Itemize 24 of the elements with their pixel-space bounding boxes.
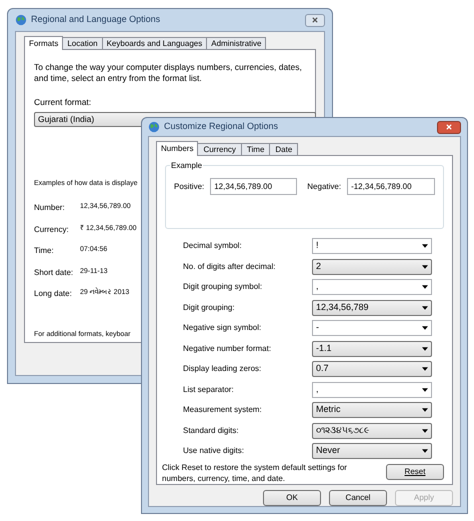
setting-label: Negative number format: xyxy=(183,342,272,354)
setting-label: Measurement system: xyxy=(183,404,263,416)
instructions-text: To change the way your computer displays numbers, currencies, dates, and time, select an entry from the format list. xyxy=(34,62,303,84)
setting-label: List separator: xyxy=(183,384,235,396)
example-label: Number: xyxy=(34,202,66,214)
setting-label: No. of digits after decimal: xyxy=(183,260,276,272)
example-label: Long date: xyxy=(34,288,73,300)
setting-label: Digit grouping: xyxy=(183,302,236,314)
window-title: Regional and Language Options xyxy=(31,13,160,26)
setting-label: Decimal symbol: xyxy=(183,240,243,252)
example-label: Currency: xyxy=(34,224,70,236)
setting-label: Negative sign symbol: xyxy=(183,322,262,334)
field-label: Current format: xyxy=(34,96,92,109)
setting-label: Digit grouping symbol: xyxy=(183,281,264,293)
setting-label: Display leading zeros: xyxy=(183,363,262,375)
field-label: Positive: xyxy=(174,181,204,193)
window-title: Customize Regional Options xyxy=(164,120,278,134)
setting-label: Standard digits: xyxy=(183,424,240,436)
group-title: Example xyxy=(170,160,204,172)
example-label: Time: xyxy=(34,245,55,258)
field-label: Negative: xyxy=(307,181,342,193)
setting-label: Use native digits: xyxy=(183,445,245,457)
example-label: Short date: xyxy=(34,266,74,279)
reset-instructions: Click Reset to restore the system default settings for numbers, currency, time, and date. xyxy=(162,462,348,484)
